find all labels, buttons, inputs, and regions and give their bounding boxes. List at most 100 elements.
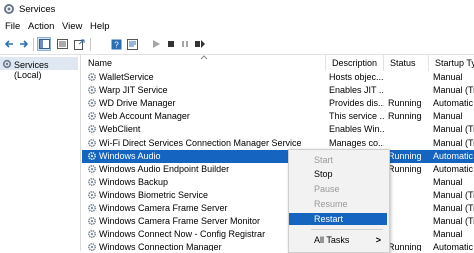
- service-name: WebClient: [99, 124, 141, 135]
- context-item-pause[interactable]: Pause: [289, 183, 387, 195]
- service-gear-icon: [88, 243, 96, 251]
- toolbar-separator: [33, 38, 34, 51]
- table-row[interactable]: Windows Backup Manual: [82, 176, 474, 189]
- table-row[interactable]: Web Account Manager This service ... Runni…: [82, 110, 474, 123]
- service-status: Running: [388, 163, 422, 174]
- service-name: Web Account Manager: [99, 111, 190, 122]
- sort-chevron-icon: [200, 55, 208, 60]
- menu-file[interactable]: File: [5, 21, 20, 32]
- service-gear-icon: [87, 151, 97, 160]
- tree-item-services-local[interactable]: Services (Local): [0, 57, 78, 80]
- service-gear-icon: [87, 72, 97, 82]
- service-startup-type: Automatic: [433, 163, 474, 174]
- service-description: Enables Win...: [329, 124, 384, 135]
- window-title: Services: [19, 4, 56, 15]
- service-startup-type: Manual (Trig: [433, 203, 474, 213]
- service-gear-icon: [87, 230, 97, 239]
- menu-action[interactable]: Action: [28, 21, 54, 32]
- context-item-start[interactable]: Start: [289, 154, 387, 166]
- service-gear-icon: [87, 164, 97, 173]
- service-description: This service ...: [329, 111, 384, 122]
- service-startup-type: Automatic: [433, 150, 474, 161]
- column-header-status[interactable]: Status: [384, 55, 429, 71]
- tree-item-label: Services (Local): [14, 60, 49, 80]
- help-icon[interactable]: ?: [109, 37, 123, 51]
- service-status: Running: [388, 242, 422, 251]
- table-row[interactable]: WD Drive Manager Provides dis... Running Au…: [82, 97, 474, 110]
- list-icon[interactable]: [55, 37, 69, 51]
- table-row[interactable]: Windows Biometric ServiceManual (Trig: [82, 189, 474, 202]
- service-startup-type: Manual (Trig: [433, 124, 474, 135]
- menu-bar: File Action View Help: [0, 19, 474, 34]
- restart-icon[interactable]: [193, 37, 207, 51]
- context-item-all-tasks[interactable]: All Tasks >: [289, 234, 387, 246]
- service-gear-icon: [87, 86, 97, 95]
- service-name: Wi-Fi Direct Services Connection Manager…: [99, 137, 302, 148]
- service-startup-type: Manual (Trig: [433, 137, 474, 148]
- table-row[interactable]: WebClient Enables Win... Manual (Trig: [82, 123, 474, 136]
- service-name: WD Drive Manager: [99, 98, 176, 109]
- service-startup-type: Manual: [433, 229, 463, 240]
- service-startup-type: Manual: [433, 111, 463, 122]
- table-row[interactable]: Windows Audio Endpoint Builder Running Aut…: [82, 163, 474, 176]
- stop-icon[interactable]: [164, 37, 178, 51]
- services-list: Name Description Status Startup Type Wal…: [82, 55, 474, 251]
- service-startup-type: Manual: [433, 176, 463, 187]
- menu-view[interactable]: View: [62, 21, 82, 32]
- service-startup-type: Manual (Trig: [433, 216, 474, 227]
- column-label: Startup Type: [435, 58, 474, 68]
- service-description: Enables JIT ...: [329, 85, 384, 96]
- service-description: Hosts objec...: [329, 72, 384, 82]
- table-row[interactable]: Windows Audio Running Automatic: [82, 149, 474, 163]
- service-description: Manages co...: [329, 137, 384, 148]
- services-gear-icon: [2, 59, 12, 69]
- service-gear-icon: [87, 177, 97, 186]
- service-startup-type: Manual (Trig: [433, 85, 474, 96]
- menu-help[interactable]: Help: [90, 21, 110, 32]
- service-startup-type: Automatic: [433, 98, 474, 109]
- submenu-arrow-icon: >: [375, 235, 381, 245]
- svg-text:?: ?: [114, 40, 119, 49]
- table-row[interactable]: Warp JIT Service Enables JIT ... Manual (T…: [82, 84, 474, 97]
- show-hide-tree-icon[interactable]: [37, 37, 51, 51]
- context-item-stop[interactable]: Stop: [289, 168, 387, 180]
- service-name: Warp JIT Service: [99, 85, 168, 96]
- column-header-description[interactable]: Description: [326, 55, 384, 71]
- column-label: Description: [332, 58, 378, 68]
- service-status: Running: [388, 98, 422, 109]
- console-tree: Services (Local): [0, 55, 81, 251]
- service-gear-icon: [87, 112, 97, 121]
- pause-icon[interactable]: [178, 37, 192, 51]
- table-row[interactable]: Windows Camera Frame Server Monitor Manua…: [82, 215, 474, 228]
- column-label: Status: [390, 58, 416, 68]
- column-header-name[interactable]: Name: [82, 55, 326, 71]
- table-row[interactable]: Windows Connection Manager Running Automat…: [82, 241, 474, 251]
- toolbar: ?: [0, 34, 474, 55]
- forward-arrow-icon[interactable]: [17, 37, 31, 51]
- service-gear-icon: [87, 138, 97, 147]
- service-gear-icon: [87, 203, 97, 213]
- column-label: Name: [88, 58, 113, 68]
- back-arrow-icon[interactable]: [2, 37, 16, 51]
- table-row[interactable]: WalletService Hosts objec... Manual: [82, 71, 474, 84]
- service-startup-type: Manual (Trig: [433, 189, 474, 200]
- service-description: Provides dis...: [329, 98, 384, 109]
- service-name: WalletService: [99, 72, 154, 82]
- play-icon[interactable]: [149, 37, 163, 51]
- table-row[interactable]: Wi-Fi Direct Services Connection Manager…: [82, 137, 474, 150]
- column-header-startup-type[interactable]: Startup Type: [429, 55, 474, 71]
- context-menu: Start Stop Pause Resume Restart All Task…: [288, 149, 390, 253]
- service-gear-icon: [87, 217, 97, 226]
- context-item-resume[interactable]: Resume: [289, 198, 387, 210]
- service-startup-type: Automatic: [433, 242, 474, 251]
- context-item-restart[interactable]: Restart: [289, 213, 387, 225]
- table-row[interactable]: Windows Camera Frame ServerManual (Trig: [82, 202, 474, 215]
- service-gear-icon: [87, 99, 97, 108]
- table-row[interactable]: Windows Connect Now - Config Registrar Ma…: [82, 228, 474, 241]
- export-icon[interactable]: [72, 37, 86, 51]
- services-gear-icon: [4, 4, 14, 14]
- toolbar-separator: [90, 38, 91, 51]
- title-bar: Services: [0, 0, 474, 19]
- service-gear-icon: [87, 190, 97, 199]
- properties-icon[interactable]: [125, 37, 139, 51]
